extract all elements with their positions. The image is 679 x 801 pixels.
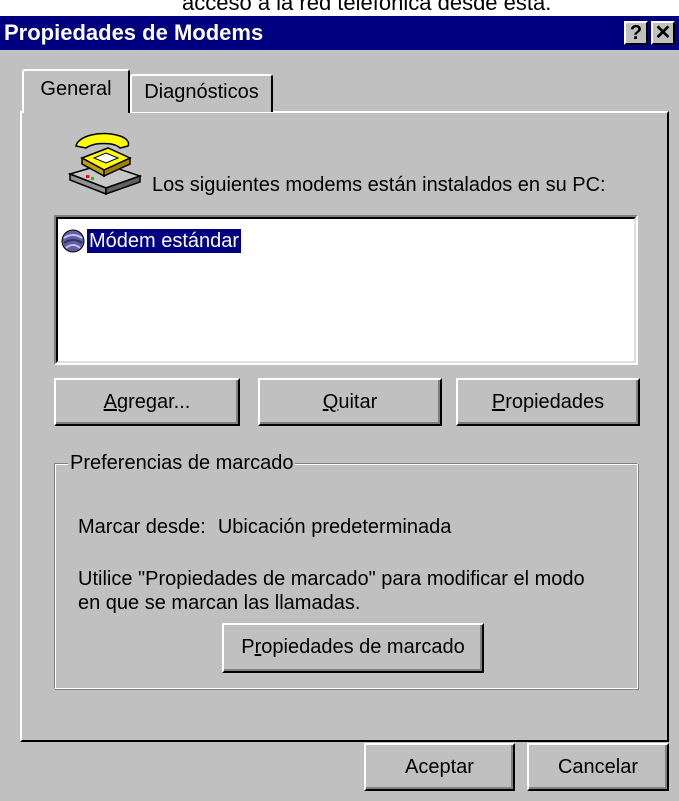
cancel-button[interactable]: Cancelar: [527, 743, 669, 791]
modem-properties-dialog: Propiedades de Modems ? ✕ General Diagnó…: [0, 16, 679, 801]
dial-from-row: Marcar desde: Ubicación predeterminada: [78, 515, 451, 539]
background-text: acceso a la red telefónica desde ésta.: [182, 0, 552, 15]
installed-modems-label: Los siguientes modems están instalados e…: [152, 174, 606, 196]
modem-name: Módem estándar: [87, 229, 242, 253]
dial-from-value: Ubicación predeterminada: [217, 516, 452, 538]
background-document-text: acceso a la red telefónica desde ésta.: [0, 0, 679, 15]
close-button[interactable]: ✕: [651, 21, 675, 45]
help-button[interactable]: ?: [624, 21, 648, 45]
tab-general[interactable]: General: [22, 69, 130, 113]
modem-icon: [61, 229, 85, 253]
remove-button[interactable]: Quitar: [258, 378, 442, 426]
telephone-icon: [67, 132, 143, 196]
dialing-preferences-legend: Preferencias de marcado: [68, 451, 296, 475]
general-tab-panel: Los siguientes modems están instalados e…: [20, 111, 669, 742]
list-item[interactable]: Módem estándar: [60, 227, 242, 255]
window-title: Propiedades de Modems: [4, 20, 264, 45]
add-button[interactable]: Agregar...: [54, 378, 240, 426]
modem-list[interactable]: Módem estándar: [54, 215, 638, 365]
properties-button[interactable]: Propiedades: [456, 378, 640, 426]
ok-button[interactable]: Aceptar: [364, 743, 515, 791]
tab-diagnostics[interactable]: Diagnósticos: [130, 74, 273, 112]
title-bar[interactable]: Propiedades de Modems ? ✕: [0, 16, 679, 50]
dialing-properties-button[interactable]: Propiedades de marcado: [222, 623, 484, 673]
dial-from-label: Marcar desde:: [78, 516, 206, 538]
dialing-hint-text: Utilice "Propiedades de marcado" para mo…: [78, 568, 585, 614]
